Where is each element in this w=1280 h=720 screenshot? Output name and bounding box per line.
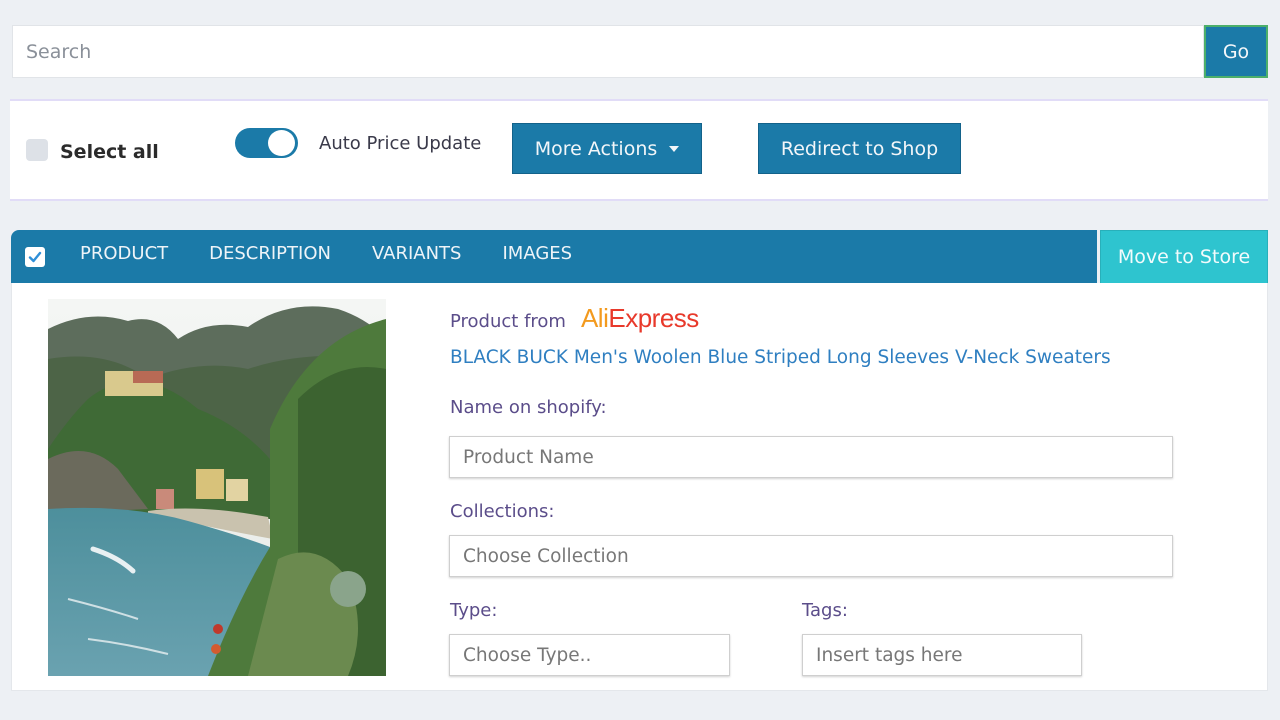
logo-part-ali: Ali	[580, 303, 609, 333]
product-name-input[interactable]	[449, 436, 1173, 478]
redirect-to-shop-button[interactable]: Redirect to Shop	[758, 123, 961, 174]
toggle-knob	[268, 130, 295, 156]
actions-bar: Select all Auto Price Update More Action…	[10, 99, 1268, 201]
caret-down-icon	[669, 145, 680, 152]
select-all-checkbox[interactable]	[26, 139, 48, 161]
name-on-shopify-label: Name on shopify:	[450, 397, 607, 418]
logo-part-express: Express	[608, 303, 699, 333]
search-input[interactable]	[12, 25, 1204, 78]
type-input[interactable]	[449, 634, 730, 676]
select-all-label: Select all	[60, 141, 159, 163]
tab-product[interactable]: PRODUCT	[80, 243, 168, 264]
product-tabs: PRODUCT DESCRIPTION VARIANTS IMAGES	[80, 243, 613, 264]
auto-price-update: Auto Price Update	[235, 128, 481, 158]
go-button[interactable]: Go	[1204, 25, 1268, 78]
product-image	[48, 299, 386, 676]
landscape-image	[48, 299, 386, 676]
product-title-link[interactable]: BLACK BUCK Men's Woolen Blue Striped Lon…	[450, 347, 1111, 368]
search-bar: Go	[12, 25, 1268, 78]
product-checkbox[interactable]	[25, 246, 45, 267]
more-actions-button[interactable]: More Actions	[512, 123, 702, 174]
select-all[interactable]: Select all	[26, 137, 159, 163]
collections-label: Collections:	[450, 501, 555, 522]
checkmark-icon	[28, 251, 42, 262]
tab-description[interactable]: DESCRIPTION	[209, 243, 331, 264]
tags-label: Tags:	[802, 600, 848, 621]
aliexpress-logo: AliExpress	[581, 303, 699, 334]
move-to-store-button[interactable]: Move to Store	[1100, 230, 1268, 284]
more-actions-label: More Actions	[534, 137, 658, 160]
tab-images[interactable]: IMAGES	[502, 243, 572, 264]
auto-price-toggle[interactable]	[235, 128, 298, 158]
tags-input[interactable]	[802, 634, 1082, 676]
tab-variants[interactable]: VARIANTS	[372, 243, 462, 264]
product-from-label: Product from	[450, 311, 566, 332]
auto-price-label: Auto Price Update	[319, 132, 482, 154]
collection-input[interactable]	[449, 535, 1173, 577]
product-card-header: PRODUCT DESCRIPTION VARIANTS IMAGES	[11, 230, 1097, 283]
product-source: Product from AliExpress	[450, 303, 699, 334]
type-label: Type:	[450, 600, 498, 621]
product-card-body: Product from AliExpress BLACK BUCK Men's…	[11, 283, 1268, 691]
